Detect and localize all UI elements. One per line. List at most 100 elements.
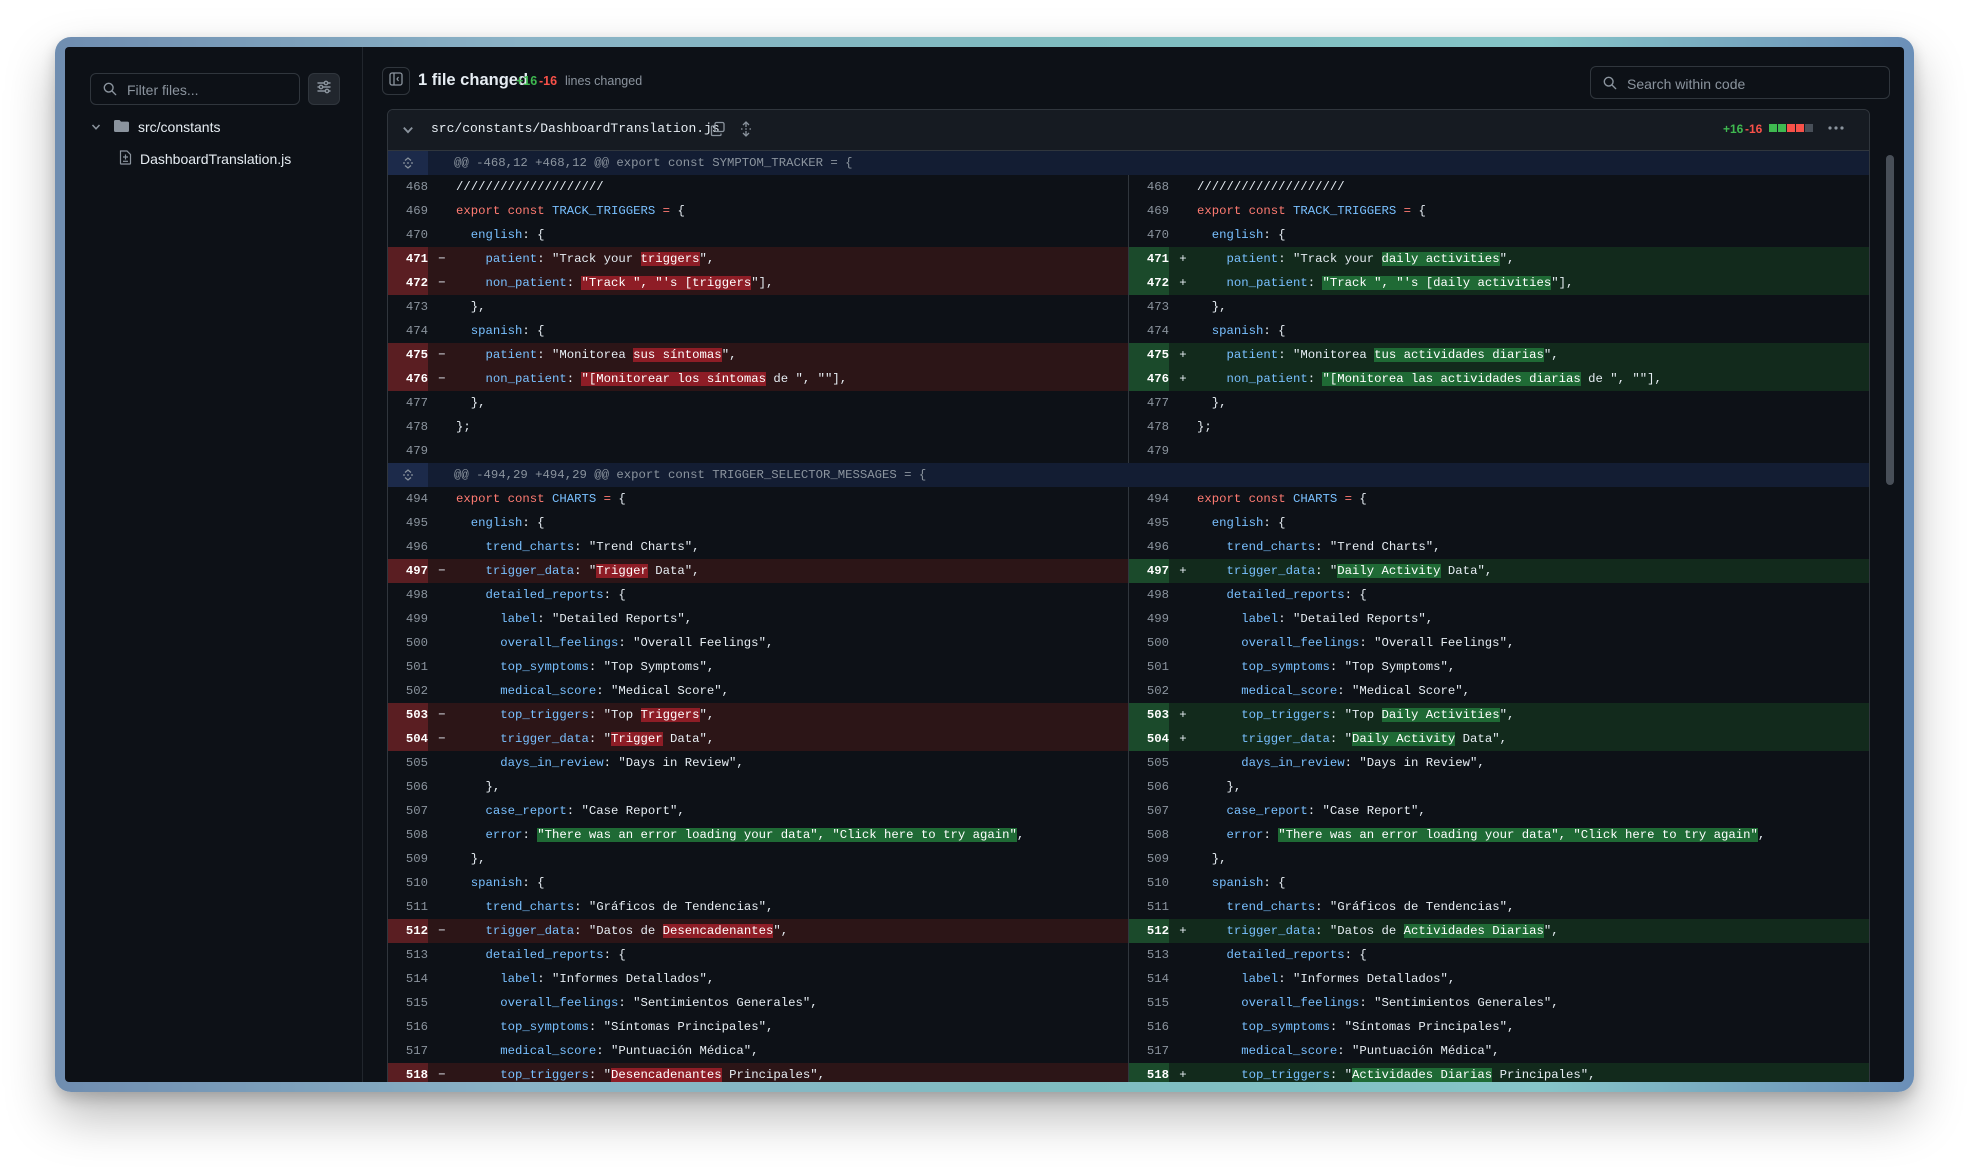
changed-line-row: 512− trigger_data: "Datos de Desencadena… xyxy=(388,919,1869,943)
line-number[interactable]: 494 xyxy=(1129,487,1169,511)
line-number[interactable]: 507 xyxy=(388,799,428,823)
line-number[interactable]: 505 xyxy=(1129,751,1169,775)
line-number[interactable]: 469 xyxy=(1129,199,1169,223)
tree-folder[interactable]: src/constants xyxy=(91,115,220,139)
line-number[interactable]: 514 xyxy=(388,967,428,991)
line-number[interactable]: 508 xyxy=(388,823,428,847)
line-number[interactable]: 518 xyxy=(1129,1063,1169,1082)
line-number[interactable]: 475 xyxy=(388,343,428,367)
line-number[interactable]: 478 xyxy=(1129,415,1169,439)
line-number[interactable]: 504 xyxy=(1129,727,1169,751)
file-additions: +16 xyxy=(1723,122,1744,136)
line-number[interactable]: 510 xyxy=(388,871,428,895)
line-number[interactable]: 496 xyxy=(388,535,428,559)
line-number[interactable]: 516 xyxy=(1129,1015,1169,1039)
line-number[interactable]: 514 xyxy=(1129,967,1169,991)
line-number[interactable]: 512 xyxy=(1129,919,1169,943)
search-code-input[interactable] xyxy=(1625,67,1884,100)
line-number[interactable]: 495 xyxy=(1129,511,1169,535)
line-number[interactable]: 506 xyxy=(1129,775,1169,799)
line-number[interactable]: 468 xyxy=(1129,175,1169,199)
line-number[interactable]: 477 xyxy=(388,391,428,415)
filter-files-input[interactable] xyxy=(125,74,299,106)
line-number[interactable]: 517 xyxy=(388,1039,428,1063)
line-number[interactable]: 517 xyxy=(1129,1039,1169,1063)
line-number[interactable]: 508 xyxy=(1129,823,1169,847)
line-number[interactable]: 503 xyxy=(388,703,428,727)
line-number[interactable]: 502 xyxy=(1129,679,1169,703)
code-text: english: { xyxy=(1211,228,1286,242)
code-text: english: { xyxy=(470,228,545,242)
line-number[interactable]: 510 xyxy=(1129,871,1169,895)
line-marker xyxy=(1169,967,1197,991)
line-number[interactable]: 509 xyxy=(1129,847,1169,871)
line-number[interactable]: 475 xyxy=(1129,343,1169,367)
line-number[interactable]: 468 xyxy=(388,175,428,199)
filter-files-box[interactable] xyxy=(90,73,300,106)
line-number[interactable]: 518 xyxy=(388,1063,428,1082)
line-number[interactable]: 500 xyxy=(1129,631,1169,655)
line-number[interactable]: 472 xyxy=(388,271,428,295)
chevron-down-icon[interactable] xyxy=(402,123,414,141)
toggle-sidebar-button[interactable] xyxy=(382,67,410,95)
file-path[interactable]: src/constants/DashboardTranslation.js xyxy=(431,121,720,136)
line-number[interactable]: 495 xyxy=(388,511,428,535)
line-number[interactable]: 469 xyxy=(388,199,428,223)
line-number[interactable]: 500 xyxy=(388,631,428,655)
line-number[interactable]: 507 xyxy=(1129,799,1169,823)
line-number[interactable]: 511 xyxy=(1129,895,1169,919)
line-number[interactable]: 479 xyxy=(1129,439,1169,463)
copy-icon[interactable] xyxy=(710,121,726,142)
line-number[interactable]: 503 xyxy=(1129,703,1169,727)
expand-all-icon[interactable] xyxy=(738,121,754,142)
left-diff-line: 478}; xyxy=(388,415,1128,439)
expand-hunk-button[interactable] xyxy=(388,151,428,175)
line-number[interactable]: 501 xyxy=(1129,655,1169,679)
line-number[interactable]: 504 xyxy=(388,727,428,751)
line-number[interactable]: 494 xyxy=(388,487,428,511)
line-number[interactable]: 505 xyxy=(388,751,428,775)
line-number[interactable]: 478 xyxy=(388,415,428,439)
line-number[interactable]: 473 xyxy=(1129,295,1169,319)
line-number[interactable]: 476 xyxy=(388,367,428,391)
line-number[interactable]: 513 xyxy=(1129,943,1169,967)
line-number[interactable]: 471 xyxy=(1129,247,1169,271)
line-number[interactable]: 516 xyxy=(388,1015,428,1039)
line-number[interactable]: 515 xyxy=(388,991,428,1015)
more-options-icon[interactable] xyxy=(1826,118,1846,143)
line-marker xyxy=(428,439,456,463)
line-number[interactable]: 499 xyxy=(388,607,428,631)
line-number[interactable]: 497 xyxy=(388,559,428,583)
line-number[interactable]: 506 xyxy=(388,775,428,799)
line-number[interactable]: 498 xyxy=(1129,583,1169,607)
search-code-box[interactable] xyxy=(1590,66,1890,100)
line-number[interactable]: 499 xyxy=(1129,607,1169,631)
line-number[interactable]: 471 xyxy=(388,247,428,271)
expand-hunk-button[interactable] xyxy=(388,463,428,487)
vertical-scrollbar[interactable] xyxy=(1886,155,1894,485)
line-number[interactable]: 474 xyxy=(1129,319,1169,343)
filter-options-button[interactable] xyxy=(308,73,340,105)
line-number[interactable]: 512 xyxy=(388,919,428,943)
line-number[interactable]: 509 xyxy=(388,847,428,871)
line-number[interactable]: 498 xyxy=(388,583,428,607)
line-number[interactable]: 470 xyxy=(388,223,428,247)
line-number[interactable]: 473 xyxy=(388,295,428,319)
line-number[interactable]: 470 xyxy=(1129,223,1169,247)
line-number[interactable]: 477 xyxy=(1129,391,1169,415)
line-number[interactable]: 501 xyxy=(388,655,428,679)
line-number[interactable]: 497 xyxy=(1129,559,1169,583)
line-number[interactable]: 479 xyxy=(388,439,428,463)
line-number[interactable]: 474 xyxy=(388,319,428,343)
line-number[interactable]: 502 xyxy=(388,679,428,703)
code-text: detailed_reports: { xyxy=(485,588,626,602)
line-number[interactable]: 515 xyxy=(1129,991,1169,1015)
tree-file[interactable]: DashboardTranslation.js xyxy=(119,147,291,171)
line-number[interactable]: 496 xyxy=(1129,535,1169,559)
code-text: patient: "Track your daily activities", xyxy=(1226,252,1515,266)
context-line-row: 509 }, 509 }, xyxy=(388,847,1869,871)
line-number[interactable]: 513 xyxy=(388,943,428,967)
line-number[interactable]: 472 xyxy=(1129,271,1169,295)
line-number[interactable]: 511 xyxy=(388,895,428,919)
line-number[interactable]: 476 xyxy=(1129,367,1169,391)
